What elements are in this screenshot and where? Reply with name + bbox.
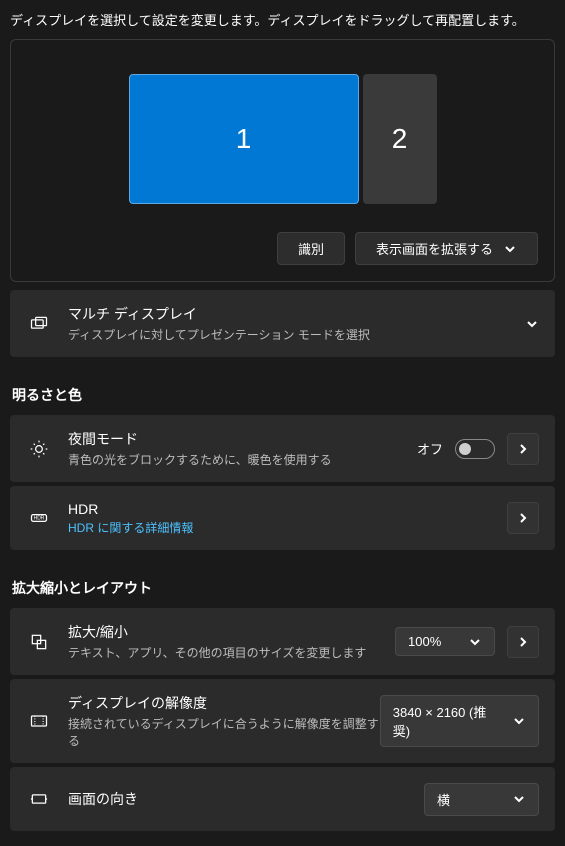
multi-display-title: マルチ ディスプレイ [68, 304, 525, 324]
night-light-toggle[interactable] [455, 439, 495, 459]
scale-sub: テキスト、アプリ、その他の項目のサイズを変更します [68, 644, 395, 661]
resolution-title: ディスプレイの解像度 [68, 693, 380, 713]
scale-select[interactable]: 100% [395, 627, 495, 656]
night-light-title: 夜間モード [68, 429, 417, 449]
chevron-down-icon [513, 714, 526, 728]
chevron-down-icon [468, 635, 482, 649]
section-brightness-color: 明るさと色 [12, 385, 555, 405]
resolution-row[interactable]: ディスプレイの解像度 接続されているディスプレイに合うように解像度を調整する 3… [10, 679, 555, 763]
orientation-icon [26, 789, 52, 809]
toggle-knob [459, 443, 471, 455]
night-light-detail-button[interactable] [507, 433, 539, 465]
resolution-value: 3840 × 2160 (推奨) [393, 702, 499, 740]
display-2-label: 2 [392, 123, 408, 155]
intro-text: ディスプレイを選択して設定を変更します。ディスプレイをドラッグして再配置します。 [10, 10, 555, 29]
display-1-label: 1 [236, 123, 252, 155]
night-light-state: オフ [417, 439, 443, 458]
orientation-select[interactable]: 横 [424, 783, 539, 816]
scale-detail-button[interactable] [507, 626, 539, 658]
scale-row[interactable]: 拡大/縮小 テキスト、アプリ、その他の項目のサイズを変更します 100% [10, 608, 555, 675]
resolution-select[interactable]: 3840 × 2160 (推奨) [380, 695, 539, 747]
hdr-link[interactable]: HDR に関する詳細情報 [68, 519, 507, 536]
chevron-down-icon [525, 317, 539, 331]
display-arrangement-panel: 1 2 識別 表示画面を拡張する [10, 39, 555, 282]
section-scale-layout: 拡大縮小とレイアウト [12, 578, 555, 598]
orientation-title: 画面の向き [68, 789, 424, 809]
svg-text:HDR: HDR [34, 516, 45, 522]
scale-title: 拡大/縮小 [68, 622, 395, 642]
orientation-row[interactable]: 画面の向き 横 [10, 767, 555, 831]
identify-button[interactable]: 識別 [277, 232, 345, 265]
chevron-down-icon [512, 792, 526, 806]
scale-icon [26, 632, 52, 652]
multi-display-row[interactable]: マルチ ディスプレイ ディスプレイに対してプレゼンテーション モードを選択 [10, 290, 555, 357]
hdr-detail-button[interactable] [507, 502, 539, 534]
display-canvas[interactable]: 1 2 [27, 56, 538, 232]
extend-label: 表示画面を拡張する [376, 239, 493, 258]
extend-mode-button[interactable]: 表示画面を拡張する [355, 232, 538, 265]
hdr-icon: HDR [26, 508, 52, 528]
scale-value: 100% [408, 634, 441, 649]
multi-display-sub: ディスプレイに対してプレゼンテーション モードを選択 [68, 326, 525, 343]
brightness-icon [26, 439, 52, 459]
identify-label: 識別 [298, 239, 324, 258]
night-light-sub: 青色の光をブロックするために、暖色を使用する [68, 451, 417, 468]
display-2[interactable]: 2 [363, 74, 437, 204]
multi-display-icon [26, 314, 52, 334]
resolution-sub: 接続されているディスプレイに合うように解像度を調整する [68, 715, 380, 749]
hdr-row[interactable]: HDR HDR HDR に関する詳細情報 [10, 486, 555, 550]
resolution-icon [26, 711, 52, 731]
chevron-down-icon [503, 242, 517, 256]
orientation-value: 横 [437, 790, 450, 809]
hdr-title: HDR [68, 501, 507, 517]
night-light-row[interactable]: 夜間モード 青色の光をブロックするために、暖色を使用する オフ [10, 415, 555, 482]
display-1[interactable]: 1 [129, 74, 359, 204]
